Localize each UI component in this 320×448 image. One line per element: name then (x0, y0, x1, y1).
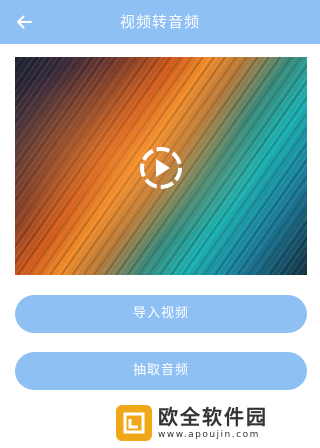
watermark-logo-icon (116, 405, 152, 441)
import-video-button[interactable]: 导入视频 (15, 295, 307, 333)
watermark-url: www.apoujin.com (158, 430, 260, 440)
app-bar: 视频转音频 (0, 0, 320, 44)
play-button[interactable] (138, 145, 184, 191)
app-screen: 视频转音频 导入视频 抽取音频 欧全软件园 www.apoujin.com (0, 0, 320, 448)
watermark: 欧全软件园 www.apoujin.com (116, 402, 316, 444)
watermark-brand: 欧全软件园 (158, 405, 268, 429)
page-title: 视频转音频 (119, 13, 200, 31)
watermark-text: 欧全软件园 www.apoujin.com (158, 405, 268, 441)
play-circle-icon (140, 147, 182, 189)
extract-audio-button[interactable]: 抽取音频 (15, 352, 307, 390)
